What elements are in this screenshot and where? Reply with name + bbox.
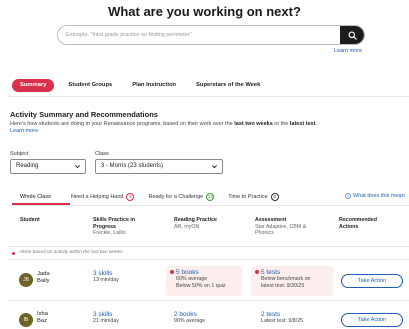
subtab-label: Need a Helping Hand — [70, 194, 124, 200]
what-does-this-mean-link[interactable]: What does this mean — [345, 193, 405, 199]
alert-flag-icon — [170, 270, 174, 275]
class-value: 3 - Morris (23 students) — [101, 163, 164, 169]
learn-more-link[interactable]: Learn more — [334, 48, 362, 54]
chevron-down-icon — [212, 165, 217, 169]
divider — [8, 246, 409, 247]
desc-emphasis-test: latest test — [289, 121, 316, 127]
tab-plan-instruction[interactable]: Plan Instruction — [124, 79, 184, 92]
reading-quiz-alert: Below 50% on 1 quiz — [176, 282, 226, 289]
skills-link[interactable]: 3 skills — [93, 270, 119, 277]
divider — [8, 96, 409, 97]
col-header-reading-sub: AR, myON — [174, 223, 200, 230]
take-action-button[interactable]: Take Action — [341, 274, 403, 288]
col-header-assessment-title: Assessment — [255, 217, 287, 223]
filter-subtabs: Whole Class Need a Helping Hand 5 Ready f… — [12, 192, 293, 202]
reading-cell-content: 5 books 60% average Below 50% on 1 quiz — [170, 269, 225, 289]
section-title: Activity Summary and Recommendations — [10, 110, 158, 119]
col-header-reading-title: Reading Practice — [174, 217, 217, 223]
assessment-cell-content: 5 tests Below benchmark on latest test: … — [255, 269, 310, 289]
student-name[interactable]: Jada Baily — [37, 271, 50, 285]
skills-link[interactable]: 3 skills — [93, 311, 119, 318]
subject-select[interactable]: Reading — [10, 159, 86, 174]
tab-student-groups[interactable]: Student Groups — [60, 79, 120, 92]
what-does-this-mean-label: What does this mean — [353, 193, 405, 199]
student-first-name: Jada — [37, 271, 50, 277]
subject-label: Subject — [10, 151, 29, 157]
alert-flag-icon — [255, 270, 259, 275]
avatar: IB — [19, 313, 33, 327]
desc-text-end: . — [315, 121, 318, 127]
search-icon — [347, 30, 357, 40]
col-header-recommended: Recommended Actions — [339, 217, 377, 230]
col-header-assessment-sub: Star Adaptive, CBM & Phonics — [255, 223, 307, 237]
chevron-down-icon — [75, 165, 80, 169]
alert-note: Alerts based on activity within the last… — [19, 250, 123, 255]
class-select[interactable]: 3 - Morris (23 students) — [95, 159, 223, 174]
page-title: What are you working on next? — [108, 4, 301, 19]
student-name[interactable]: Isha Baz — [37, 311, 48, 325]
skills-minutes: 13 min/day — [93, 277, 119, 283]
subtab-whole-class[interactable]: Whole Class — [20, 194, 51, 200]
student-first-name: Isha — [37, 311, 48, 317]
main-tabs: Summary Student Groups Plan Instruction … — [12, 79, 268, 92]
skills-cell: 3 skills 21 min/day — [93, 311, 119, 325]
search-button[interactable] — [340, 26, 364, 44]
desc-text: Here's how students are doing in your Re… — [10, 121, 235, 127]
assessment-date: latest test: 9/30/25 — [261, 282, 305, 289]
class-label: Class — [95, 151, 109, 157]
desc-emphasis-period: last two weeks — [234, 121, 273, 127]
col-header-skills: Skills Practice in Progress Freckle, Lal… — [93, 217, 159, 237]
assessment-cell: 2 tests Latest test: 9/8/25 — [261, 311, 303, 325]
search-input[interactable] — [58, 26, 342, 44]
section-description: Here's how students are doing in your Re… — [10, 121, 405, 135]
table-row: JB Jada Baily 3 skills 13 min/day 5 book… — [8, 260, 409, 299]
assessment-link[interactable]: 2 tests — [261, 311, 303, 318]
assessment-date: Latest test: 9/8/25 — [261, 318, 304, 324]
subtab-ready-for-challenge[interactable]: Ready for a Challenge 13 — [148, 193, 215, 201]
desc-text-mid: or the — [272, 121, 290, 127]
subtab-label: Ready for a Challenge — [148, 194, 204, 200]
reading-link[interactable]: 2 books — [174, 311, 205, 318]
count-badge: 13 — [206, 193, 215, 201]
table-row: IB Isha Baz 3 skills 21 min/day 2 books … — [8, 301, 409, 329]
col-header-skills-title: Skills Practice in Progress — [93, 217, 136, 230]
reading-link[interactable]: 5 books — [176, 269, 199, 276]
tab-summary[interactable]: Summary — [12, 79, 55, 92]
summary-learn-more-link[interactable]: Learn more — [10, 128, 38, 134]
col-header-skills-sub: Freckle, Lalilo — [93, 230, 126, 236]
student-last-name: Baz — [37, 318, 47, 324]
subtab-need-helping-hand[interactable]: Need a Helping Hand 5 — [71, 193, 135, 201]
alert-dot-icon — [12, 252, 15, 255]
col-header-student: Student — [20, 217, 40, 223]
col-header-assessment: Assessment Star Adaptive, CBM & Phonics — [255, 217, 325, 237]
reading-alert-cell: 5 books 60% average Below 50% on 1 quiz — [166, 266, 242, 296]
subtab-time-to-practice[interactable]: Time to Practice 0 — [228, 193, 279, 201]
subtab-label: Time to Practice — [228, 194, 268, 200]
avatar: JB — [19, 273, 33, 287]
skills-minutes: 21 min/day — [93, 318, 119, 324]
take-action-button[interactable]: Take Action — [341, 313, 403, 327]
count-badge: 5 — [126, 193, 135, 201]
student-last-name: Baily — [37, 278, 50, 284]
assessment-detail: Below benchmark on — [261, 276, 311, 282]
info-icon — [345, 193, 351, 199]
count-badge: 0 — [270, 193, 279, 201]
subtab-label: Whole Class — [20, 194, 51, 200]
search-bar — [57, 25, 365, 45]
subject-value: Reading — [16, 163, 39, 169]
reading-average: 90% average — [174, 318, 206, 324]
skills-cell: 3 skills 13 min/day — [93, 270, 119, 284]
tab-superstars[interactable]: Superstars of the Week — [188, 79, 268, 92]
divider — [8, 205, 409, 206]
col-header-reading: Reading Practice AR, myON — [174, 217, 234, 230]
assessment-alert-cell: 5 tests Below benchmark on latest test: … — [251, 266, 333, 296]
reading-cell: 2 books 90% average — [174, 311, 205, 325]
assessment-link[interactable]: 5 tests — [261, 269, 280, 276]
